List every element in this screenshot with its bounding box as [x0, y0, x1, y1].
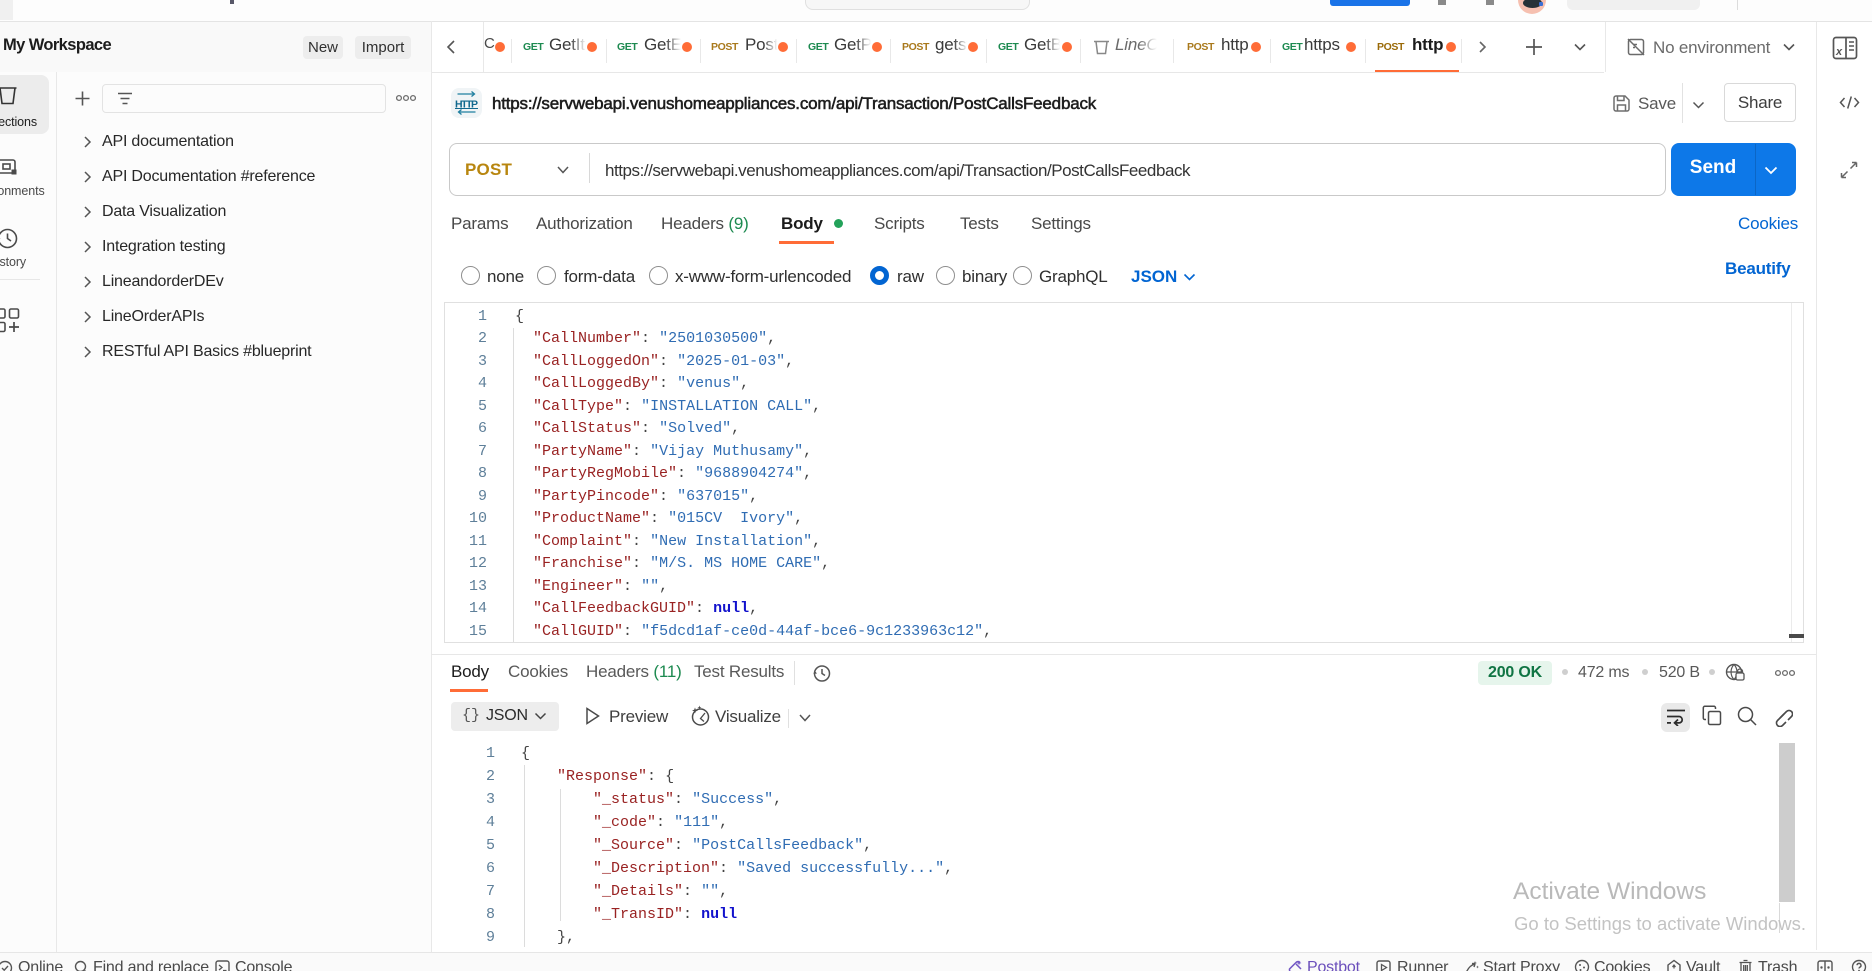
svg-text:x: x — [1835, 46, 1843, 58]
